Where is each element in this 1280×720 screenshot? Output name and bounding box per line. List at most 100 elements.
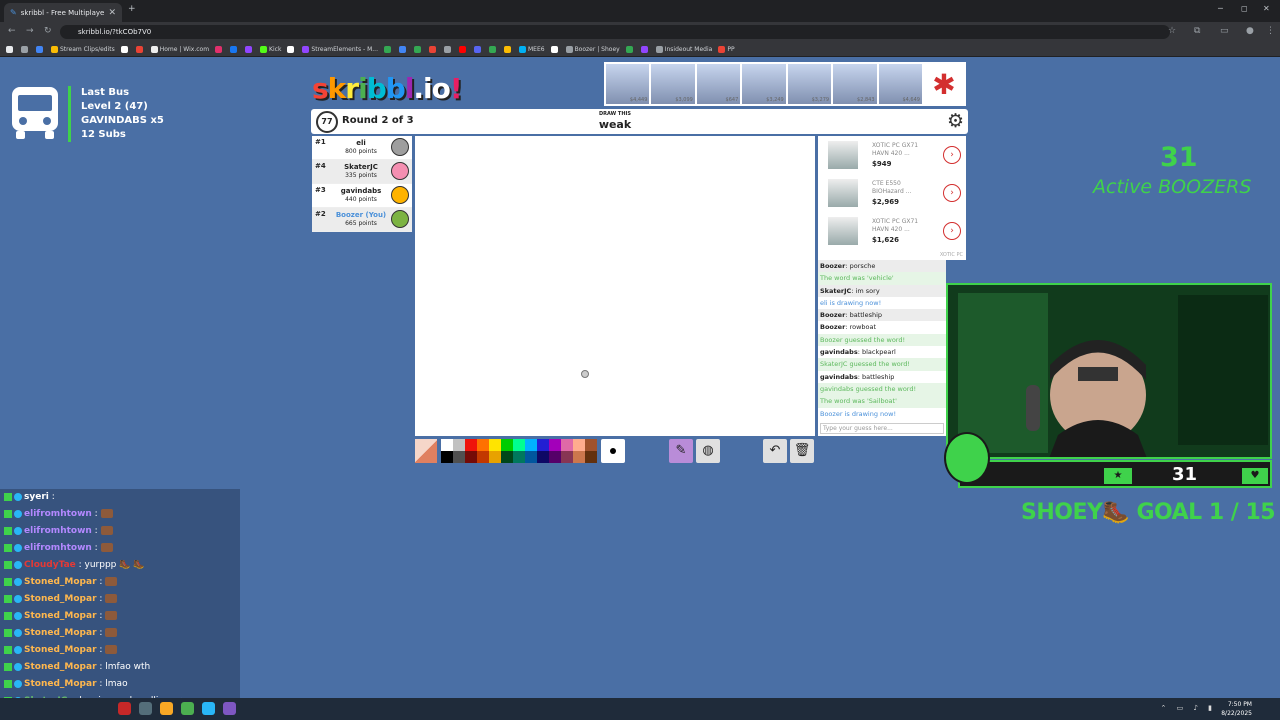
color-swatch[interactable] — [453, 439, 465, 451]
bookmark-item[interactable] — [287, 45, 296, 53]
bookmark-item[interactable] — [640, 45, 650, 53]
side-ad[interactable]: XOTIC PC GX71 HAVN 420 ... $949 › CTE E550 … — [818, 136, 966, 260]
chrome-icon[interactable] — [181, 702, 194, 715]
bookmark-item[interactable] — [383, 45, 393, 53]
bookmark-item[interactable]: Insideout Media — [655, 45, 712, 53]
bookmark-item[interactable] — [215, 45, 224, 53]
bookmark-item[interactable] — [428, 45, 438, 53]
color-swatch[interactable] — [501, 439, 513, 451]
ad-row[interactable]: CTE E550 BIOHazard ... $2,969 › — [818, 174, 966, 212]
bookmark-item[interactable] — [398, 45, 408, 53]
bookmark-item[interactable] — [503, 45, 513, 53]
color-swatch[interactable] — [573, 439, 585, 451]
maximize-icon[interactable]: ◻ — [1241, 4, 1248, 13]
forward-icon[interactable]: → — [26, 26, 34, 36]
taskbar-clock[interactable]: 7:50 PM 8/22/2025 — [1221, 700, 1252, 718]
color-swatch[interactable] — [537, 451, 549, 463]
bookmark-item[interactable] — [245, 45, 254, 53]
ad-product[interactable]: $4,449 — [606, 64, 650, 104]
color-swatch[interactable] — [477, 451, 489, 463]
menu-icon[interactable]: ⋮ — [1266, 26, 1275, 36]
player-row[interactable]: #3 gavindabs 440 points — [312, 184, 412, 208]
color-swatch[interactable] — [465, 439, 477, 451]
guess-input[interactable]: Type your guess here... — [820, 423, 944, 434]
system-tray-icons[interactable]: ⌃ ▭ ♪ ▮ — [1161, 704, 1216, 712]
ad-row[interactable]: XOTIC PC GX71 HAVN 420 ... $1,626 › — [818, 212, 966, 250]
color-swatch[interactable] — [501, 451, 513, 463]
current-color-swatch[interactable] — [415, 439, 437, 463]
chevron-right-icon[interactable]: › — [943, 184, 961, 202]
bookmark-item[interactable] — [135, 45, 145, 53]
bookmark-item[interactable] — [488, 45, 498, 53]
ad-row[interactable]: XOTIC PC GX71 HAVN 420 ... $949 › — [818, 136, 966, 174]
brush-size-button[interactable] — [601, 439, 625, 463]
window-icon[interactable]: ▭ — [1220, 26, 1229, 36]
bookmark-item[interactable] — [6, 45, 15, 53]
close-tab-icon[interactable]: ✕ — [108, 8, 116, 18]
reload-icon[interactable]: ↻ — [44, 26, 52, 36]
bookmark-item[interactable] — [473, 45, 483, 53]
color-swatch[interactable] — [549, 451, 561, 463]
bookmark-item[interactable]: StreamElements - M... — [302, 45, 378, 53]
bookmark-item[interactable]: Kick — [260, 45, 281, 53]
color-swatch[interactable] — [465, 451, 477, 463]
bookmark-item[interactable] — [458, 45, 468, 53]
undo-icon[interactable]: ↶ — [763, 439, 787, 463]
profile-icon[interactable]: ● — [1246, 26, 1254, 36]
player-row[interactable]: #4 SkaterJC 335 points — [312, 160, 412, 184]
app-icon[interactable] — [139, 702, 152, 715]
bookmark-item[interactable] — [21, 45, 30, 53]
ad-product[interactable]: $3,099 — [651, 64, 695, 104]
bookmark-item[interactable] — [230, 45, 239, 53]
app-icon[interactable] — [118, 702, 131, 715]
color-swatch[interactable] — [513, 439, 525, 451]
ad-brand-logo-icon[interactable]: ✱ — [923, 64, 964, 104]
bookmark-item[interactable]: PP — [718, 45, 735, 53]
bookmark-item[interactable] — [625, 45, 635, 53]
chevron-right-icon[interactable]: › — [943, 146, 961, 164]
browser-tab[interactable]: ✎ skribbl - Free Multiplayer D ✕ — [4, 3, 122, 22]
ad-product[interactable]: $647 — [696, 64, 741, 104]
folder-icon[interactable] — [160, 702, 173, 715]
bookmark-item[interactable]: Boozer | Shoey — [565, 45, 620, 53]
color-swatch[interactable] — [489, 439, 501, 451]
color-swatch[interactable] — [441, 439, 453, 451]
bookmark-item[interactable]: MEE6 — [518, 45, 545, 53]
color-swatch[interactable] — [525, 439, 537, 451]
color-swatch[interactable] — [561, 451, 573, 463]
bookmark-item[interactable] — [36, 45, 45, 53]
fill-bucket-icon[interactable]: ◍ — [696, 439, 720, 463]
color-swatch[interactable] — [453, 451, 465, 463]
close-window-icon[interactable]: ✕ — [1263, 4, 1270, 13]
gear-icon[interactable]: ⚙ — [947, 111, 964, 131]
ad-product[interactable]: $2,843 — [833, 64, 877, 104]
new-tab-icon[interactable]: + — [128, 4, 136, 14]
trash-icon[interactable]: 🗑 — [790, 439, 814, 463]
color-swatch[interactable] — [585, 439, 597, 451]
bookmark-item[interactable]: Home | Wix.com — [150, 45, 209, 53]
top-ad-banner[interactable]: $4,449 $3,099 $647 $3,249 $3,279 $2,843 $4,649… — [604, 62, 966, 106]
app-icon[interactable] — [202, 702, 215, 715]
url-input[interactable]: skribbl.io/?tkCOb7V0 — [60, 25, 1170, 39]
color-swatch[interactable] — [489, 451, 501, 463]
color-swatch[interactable] — [573, 451, 585, 463]
bookmark-item[interactable]: Stream Clips/edits — [51, 45, 115, 53]
drawing-canvas[interactable] — [415, 136, 815, 436]
bookmark-item[interactable] — [443, 45, 453, 53]
color-swatch[interactable] — [585, 451, 597, 463]
player-row[interactable]: #1 eli 800 points — [312, 136, 412, 160]
player-row[interactable]: #2 Boozer (You) 665 points — [312, 208, 412, 232]
ad-product[interactable]: $3,279 — [787, 64, 832, 104]
bookmark-star-icon[interactable]: ☆ — [1168, 26, 1176, 36]
ad-product[interactable]: $3,249 — [742, 64, 786, 104]
pencil-icon[interactable]: ✎ — [669, 439, 693, 463]
color-swatch[interactable] — [537, 439, 549, 451]
back-icon[interactable]: ← — [8, 26, 16, 36]
color-swatch[interactable] — [441, 451, 453, 463]
extensions-icon[interactable]: ⧉ — [1194, 26, 1200, 36]
color-swatch[interactable] — [525, 451, 537, 463]
chevron-right-icon[interactable]: › — [943, 222, 961, 240]
bookmark-item[interactable] — [120, 45, 130, 53]
color-swatch[interactable] — [561, 439, 573, 451]
ad-product[interactable]: $4,649 — [878, 64, 922, 104]
